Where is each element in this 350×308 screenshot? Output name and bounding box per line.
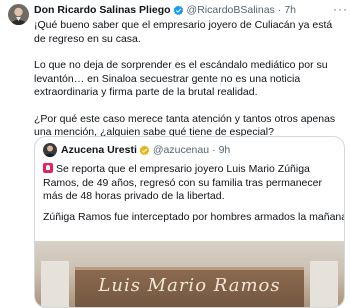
verified-badge-icon (173, 5, 183, 15)
quoted-header: Azucena Uresti @azucenau · 9h (35, 137, 344, 157)
quoted-tweet[interactable]: Azucena Uresti @azucenau · 9h Se reporta… (34, 136, 345, 308)
siren-icon (43, 163, 53, 173)
tweet-content: Don Ricardo Salinas Pliego @RicardoBSali… (34, 0, 344, 140)
mall-pillar-right (310, 261, 338, 307)
quoted-author-handle[interactable]: @azucenau (153, 144, 209, 156)
author-handle[interactable]: @RicardoBSalinas (187, 4, 275, 16)
mall-pillar-left (41, 261, 69, 307)
author-name[interactable]: Don Ricardo Salinas Pliego (34, 4, 171, 16)
quoted-author-name[interactable]: Azucena Uresti (61, 144, 137, 156)
tweet-header: Don Ricardo Salinas Pliego @RicardoBSali… (34, 2, 344, 18)
tweet-paragraph-1: ¡Qué bueno saber que el empresario joyer… (34, 19, 333, 45)
store-brand-sign: Luis Mario Ramos (98, 275, 281, 296)
quoted-paragraph-1: Se reporta que el empresario joyero Luis… (35, 157, 344, 204)
quoted-author-avatar[interactable] (43, 143, 57, 157)
quoted-timestamp[interactable]: 9h (219, 144, 231, 156)
author-avatar[interactable] (8, 4, 29, 25)
separator-dot: · (277, 4, 282, 16)
quoted-separator-dot: · (212, 144, 216, 156)
more-options-icon[interactable]: ··· (333, 2, 348, 16)
verified-gold-badge-icon (139, 145, 150, 155)
tweet-paragraph-2: Lo que no deja de sorprender es el escán… (34, 59, 328, 98)
tweet-timestamp[interactable]: 7h (284, 4, 296, 16)
quoted-media-image[interactable]: Luis Mario Ramos (35, 241, 344, 307)
quoted-text-1: Se reporta que el empresario joyero Luis… (43, 163, 322, 202)
quoted-paragraph-2: Zúñiga Ramos fue interceptado por hombre… (43, 210, 344, 223)
tweet: Don Ricardo Salinas Pliego @RicardoBSali… (0, 0, 350, 308)
